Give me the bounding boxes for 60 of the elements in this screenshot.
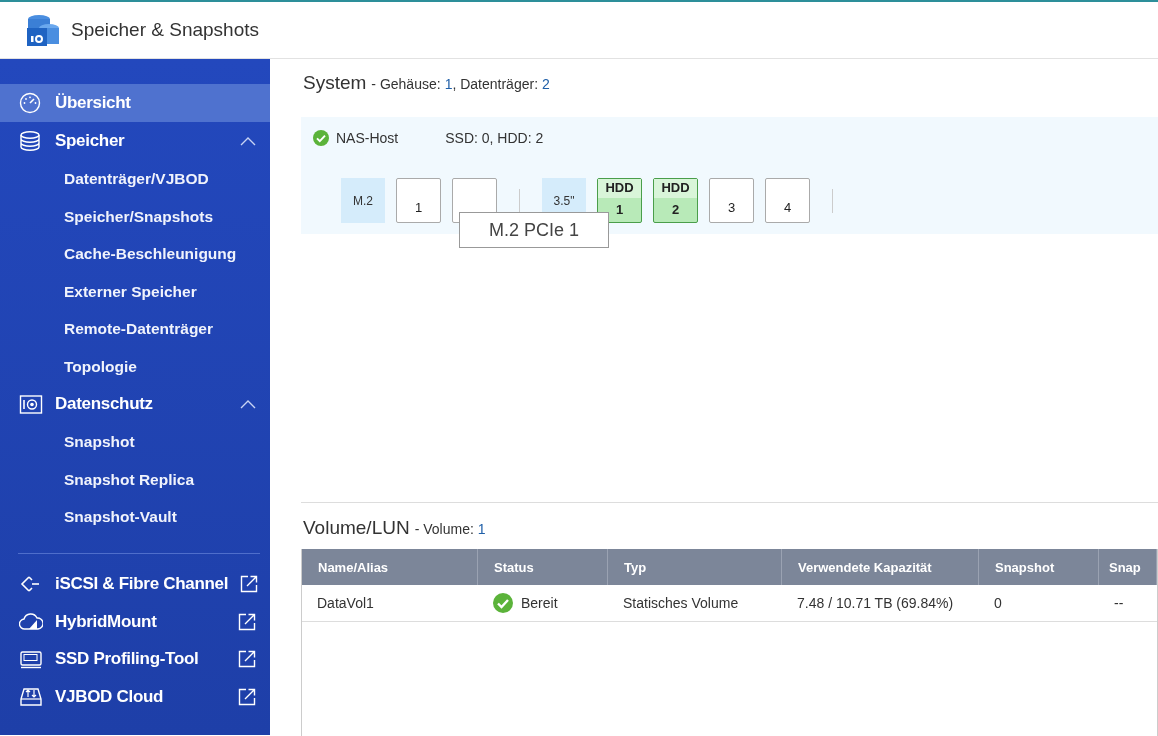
nav-subitem[interactable]: Snapshot-Vault bbox=[0, 498, 270, 536]
nav-subitem[interactable]: Cache-Beschleunigung bbox=[0, 235, 270, 273]
chevron-up-icon bbox=[240, 399, 256, 409]
app-logo-icon bbox=[25, 14, 61, 46]
summary-label: - Volume: bbox=[414, 521, 474, 537]
empty-slot[interactable]: 4 bbox=[765, 178, 810, 223]
column-header[interactable]: Typ bbox=[608, 549, 782, 585]
cloud-icon bbox=[19, 610, 43, 633]
nav-subitem[interactable]: Remote-Datenträger bbox=[0, 310, 270, 348]
disk-count: SSD: 0, HDD: 2 bbox=[445, 130, 544, 146]
empty-slot[interactable]: 3 bbox=[709, 178, 754, 223]
database-icon bbox=[19, 130, 43, 152]
slot-type-label: M.2 bbox=[341, 178, 385, 223]
nav-item[interactable]: Datenschutz bbox=[0, 385, 270, 423]
disk-slot[interactable]: HDD 1 bbox=[597, 178, 642, 223]
nav-item[interactable]: VJBOD Cloud bbox=[0, 678, 270, 716]
summary-value: 1 bbox=[477, 521, 486, 537]
drive-icon bbox=[19, 685, 43, 708]
chevron-up-icon bbox=[240, 136, 256, 146]
table-row[interactable]: DataVol1 Bereit Statisches Volume 7.48 / 10.71 TB (69.84%) 0 -- bbox=[302, 585, 1157, 622]
summary-label: - Gehäuse: bbox=[371, 76, 441, 92]
section-title: System bbox=[303, 72, 367, 93]
camera-icon bbox=[19, 393, 43, 415]
nav-item[interactable]: iSCSI & Fibre Channel bbox=[0, 565, 270, 603]
table-cell-text: -- bbox=[1113, 594, 1125, 613]
nav-item[interactable]: Speicher bbox=[0, 122, 270, 160]
external-link-icon bbox=[238, 650, 256, 669]
summary-label: , Datenträger: bbox=[452, 76, 539, 92]
external-link-icon bbox=[238, 612, 256, 631]
table-cell-text: Statisches Volume bbox=[622, 594, 740, 613]
column-header[interactable]: Snap bbox=[1099, 549, 1157, 585]
host-name: NAS-Host bbox=[336, 130, 399, 146]
column-header[interactable]: Verwendete Kapazität bbox=[782, 549, 979, 585]
table-cell-text: 7.48 / 10.71 TB (69.84%) bbox=[796, 594, 955, 613]
table-cell: Bereit bbox=[521, 595, 558, 611]
column-header[interactable]: Snapshot bbox=[979, 549, 1099, 585]
summary-value: 2 bbox=[542, 76, 550, 92]
empty-slot[interactable]: 1 bbox=[396, 178, 441, 223]
nav-subitem[interactable]: Topologie bbox=[0, 347, 270, 385]
table-cell-text: 0 bbox=[993, 594, 1003, 613]
tooltip: M.2 PCIe 1 bbox=[459, 212, 609, 248]
disk-slot[interactable]: HDD 2 bbox=[653, 178, 698, 223]
nav-subitem[interactable]: Externer Speicher bbox=[0, 272, 270, 310]
gauge-icon bbox=[19, 92, 43, 114]
nav-item[interactable]: SSD Profiling-Tool bbox=[0, 640, 270, 678]
app-title: Speicher & Snapshots bbox=[71, 19, 259, 41]
nav-subitem[interactable]: Snapshot bbox=[0, 423, 270, 461]
nav-item[interactable]: HybridMount bbox=[0, 603, 270, 641]
table-cell-text: DataVol1 bbox=[316, 594, 375, 613]
external-link-icon bbox=[238, 687, 256, 706]
nav-subitem[interactable]: Speicher/Snapshots bbox=[0, 197, 270, 235]
column-header[interactable]: Status bbox=[478, 549, 608, 585]
drive-icon bbox=[19, 648, 43, 671]
external-link-icon bbox=[240, 575, 259, 594]
column-header[interactable]: Name/Alias bbox=[302, 549, 478, 585]
nav-subitem[interactable]: Datenträger/VJBOD bbox=[0, 160, 270, 198]
nav-subitem[interactable]: Snapshot Replica bbox=[0, 460, 270, 498]
status-ok-icon bbox=[313, 130, 329, 146]
nav-item[interactable]: Übersicht bbox=[0, 84, 270, 122]
section-title: Volume/LUN bbox=[303, 517, 410, 538]
